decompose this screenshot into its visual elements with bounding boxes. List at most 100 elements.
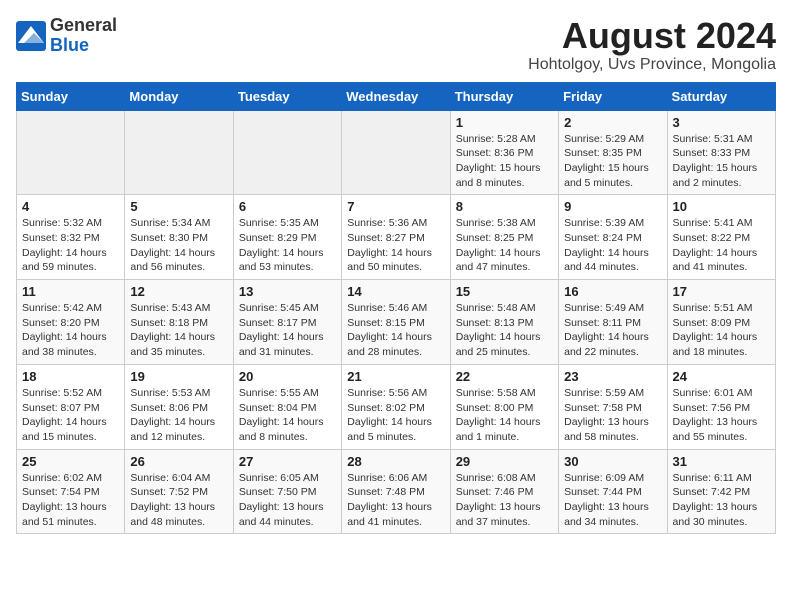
calendar-cell: 18Sunrise: 5:52 AM Sunset: 8:07 PM Dayli… xyxy=(17,364,125,449)
calendar-cell: 8Sunrise: 5:38 AM Sunset: 8:25 PM Daylig… xyxy=(450,195,558,280)
logo-general: General xyxy=(50,15,117,35)
calendar-header: SundayMondayTuesdayWednesdayThursdayFrid… xyxy=(17,82,776,110)
calendar-cell: 21Sunrise: 5:56 AM Sunset: 8:02 PM Dayli… xyxy=(342,364,450,449)
day-number: 14 xyxy=(347,284,444,299)
day-info: Sunrise: 5:29 AM Sunset: 8:35 PM Dayligh… xyxy=(564,132,661,191)
day-number: 22 xyxy=(456,369,553,384)
logo-blue: Blue xyxy=(50,35,89,55)
calendar-cell: 1 Sunrise: 5:28 AM Sunset: 8:36 PM Daylig… xyxy=(450,110,558,195)
calendar-cell xyxy=(125,110,233,195)
day-number: 13 xyxy=(239,284,336,299)
calendar-cell: 15 Sunrise: 5:48 AM Sunset: 8:13 PM Dayli… xyxy=(450,280,558,365)
day-number: 31 xyxy=(673,454,770,469)
calendar-cell: 3 Sunrise: 5:31 AM Sunset: 8:33 PM Daylig… xyxy=(667,110,775,195)
day-header-monday: Monday xyxy=(125,82,233,110)
day-number: 29 xyxy=(456,454,553,469)
calendar-cell: 23 Sunrise: 5:59 AM Sunset: 7:58 PM Dayli… xyxy=(559,364,667,449)
header-row: SundayMondayTuesdayWednesdayThursdayFrid… xyxy=(17,82,776,110)
calendar-cell: 2 Sunrise: 5:29 AM Sunset: 8:35 PM Daylig… xyxy=(559,110,667,195)
day-number: 27 xyxy=(239,454,336,469)
day-info: Sunrise: 5:31 AM Sunset: 8:33 PM Dayligh… xyxy=(673,132,770,191)
subtitle: Hohtolgoy, Uvs Province, Mongolia xyxy=(528,56,776,74)
calendar-cell: 13Sunrise: 5:45 AM Sunset: 8:17 PM Dayli… xyxy=(233,280,341,365)
day-number: 2 xyxy=(564,115,661,130)
day-info: Sunrise: 6:01 AM Sunset: 7:56 PM Dayligh… xyxy=(673,386,770,445)
day-number: 23 xyxy=(564,369,661,384)
day-number: 17 xyxy=(673,284,770,299)
day-info: Sunrise: 6:04 AM Sunset: 7:52 PM Dayligh… xyxy=(130,471,227,530)
calendar-cell: 4 Sunrise: 5:32 AM Sunset: 8:32 PM Daylig… xyxy=(17,195,125,280)
calendar-cell: 25 Sunrise: 6:02 AM Sunset: 7:54 PM Dayli… xyxy=(17,449,125,534)
day-number: 19 xyxy=(130,369,227,384)
calendar-cell: 30Sunrise: 6:09 AM Sunset: 7:44 PM Dayli… xyxy=(559,449,667,534)
calendar-cell: 19 Sunrise: 5:53 AM Sunset: 8:06 PM Dayli… xyxy=(125,364,233,449)
day-info: Sunrise: 6:11 AM Sunset: 7:42 PM Dayligh… xyxy=(673,471,770,530)
day-number: 16 xyxy=(564,284,661,299)
day-info: Sunrise: 6:05 AM Sunset: 7:50 PM Dayligh… xyxy=(239,471,336,530)
logo: General Blue xyxy=(16,16,117,56)
day-number: 25 xyxy=(22,454,119,469)
day-number: 9 xyxy=(564,199,661,214)
day-info: Sunrise: 5:49 AM Sunset: 8:11 PM Dayligh… xyxy=(564,301,661,360)
day-info: Sunrise: 5:59 AM Sunset: 7:58 PM Dayligh… xyxy=(564,386,661,445)
calendar-cell: 10Sunrise: 5:41 AM Sunset: 8:22 PM Dayli… xyxy=(667,195,775,280)
day-header-sunday: Sunday xyxy=(17,82,125,110)
day-info: Sunrise: 5:55 AM Sunset: 8:04 PM Dayligh… xyxy=(239,386,336,445)
day-number: 8 xyxy=(456,199,553,214)
day-info: Sunrise: 6:02 AM Sunset: 7:54 PM Dayligh… xyxy=(22,471,119,530)
day-info: Sunrise: 5:41 AM Sunset: 8:22 PM Dayligh… xyxy=(673,216,770,275)
day-info: Sunrise: 5:56 AM Sunset: 8:02 PM Dayligh… xyxy=(347,386,444,445)
calendar-cell: 16 Sunrise: 5:49 AM Sunset: 8:11 PM Dayli… xyxy=(559,280,667,365)
day-info: Sunrise: 6:06 AM Sunset: 7:48 PM Dayligh… xyxy=(347,471,444,530)
calendar-cell: 27 Sunrise: 6:05 AM Sunset: 7:50 PM Dayli… xyxy=(233,449,341,534)
calendar-cell xyxy=(233,110,341,195)
day-info: Sunrise: 5:35 AM Sunset: 8:29 PM Dayligh… xyxy=(239,216,336,275)
week-row-2: 11 Sunrise: 5:42 AM Sunset: 8:20 PM Dayli… xyxy=(17,280,776,365)
day-number: 5 xyxy=(130,199,227,214)
day-header-saturday: Saturday xyxy=(667,82,775,110)
calendar-cell: 28 Sunrise: 6:06 AM Sunset: 7:48 PM Dayli… xyxy=(342,449,450,534)
calendar-cell: 17Sunrise: 5:51 AM Sunset: 8:09 PM Dayli… xyxy=(667,280,775,365)
logo-icon xyxy=(16,21,46,51)
day-info: Sunrise: 5:32 AM Sunset: 8:32 PM Dayligh… xyxy=(22,216,119,275)
day-info: Sunrise: 5:42 AM Sunset: 8:20 PM Dayligh… xyxy=(22,301,119,360)
calendar-cell: 7Sunrise: 5:36 AM Sunset: 8:27 PM Daylig… xyxy=(342,195,450,280)
calendar-body: 1 Sunrise: 5:28 AM Sunset: 8:36 PM Daylig… xyxy=(17,110,776,534)
day-number: 6 xyxy=(239,199,336,214)
day-number: 11 xyxy=(22,284,119,299)
main-title: August 2024 xyxy=(528,16,776,56)
day-number: 4 xyxy=(22,199,119,214)
calendar-cell: 6 Sunrise: 5:35 AM Sunset: 8:29 PM Daylig… xyxy=(233,195,341,280)
logo-text: General Blue xyxy=(50,16,117,56)
day-info: Sunrise: 5:28 AM Sunset: 8:36 PM Dayligh… xyxy=(456,132,553,191)
calendar-cell: 24Sunrise: 6:01 AM Sunset: 7:56 PM Dayli… xyxy=(667,364,775,449)
day-number: 1 xyxy=(456,115,553,130)
week-row-4: 25 Sunrise: 6:02 AM Sunset: 7:54 PM Dayli… xyxy=(17,449,776,534)
day-info: Sunrise: 5:58 AM Sunset: 8:00 PM Dayligh… xyxy=(456,386,553,445)
week-row-3: 18Sunrise: 5:52 AM Sunset: 8:07 PM Dayli… xyxy=(17,364,776,449)
day-info: Sunrise: 5:34 AM Sunset: 8:30 PM Dayligh… xyxy=(130,216,227,275)
logo-content: General Blue xyxy=(16,16,117,56)
calendar-cell: 12Sunrise: 5:43 AM Sunset: 8:18 PM Dayli… xyxy=(125,280,233,365)
title-area: August 2024 Hohtolgoy, Uvs Province, Mon… xyxy=(528,16,776,74)
day-number: 15 xyxy=(456,284,553,299)
day-number: 3 xyxy=(673,115,770,130)
calendar-cell: 14Sunrise: 5:46 AM Sunset: 8:15 PM Dayli… xyxy=(342,280,450,365)
day-number: 26 xyxy=(130,454,227,469)
calendar-cell: 11 Sunrise: 5:42 AM Sunset: 8:20 PM Dayli… xyxy=(17,280,125,365)
day-number: 28 xyxy=(347,454,444,469)
calendar-cell: 29 Sunrise: 6:08 AM Sunset: 7:46 PM Dayli… xyxy=(450,449,558,534)
day-info: Sunrise: 6:09 AM Sunset: 7:44 PM Dayligh… xyxy=(564,471,661,530)
calendar-cell xyxy=(17,110,125,195)
calendar-cell: 26 Sunrise: 6:04 AM Sunset: 7:52 PM Dayli… xyxy=(125,449,233,534)
day-number: 20 xyxy=(239,369,336,384)
day-info: Sunrise: 5:36 AM Sunset: 8:27 PM Dayligh… xyxy=(347,216,444,275)
day-info: Sunrise: 5:48 AM Sunset: 8:13 PM Dayligh… xyxy=(456,301,553,360)
day-header-thursday: Thursday xyxy=(450,82,558,110)
day-header-friday: Friday xyxy=(559,82,667,110)
day-info: Sunrise: 5:53 AM Sunset: 8:06 PM Dayligh… xyxy=(130,386,227,445)
day-info: Sunrise: 6:08 AM Sunset: 7:46 PM Dayligh… xyxy=(456,471,553,530)
day-number: 12 xyxy=(130,284,227,299)
week-row-0: 1 Sunrise: 5:28 AM Sunset: 8:36 PM Daylig… xyxy=(17,110,776,195)
day-header-wednesday: Wednesday xyxy=(342,82,450,110)
